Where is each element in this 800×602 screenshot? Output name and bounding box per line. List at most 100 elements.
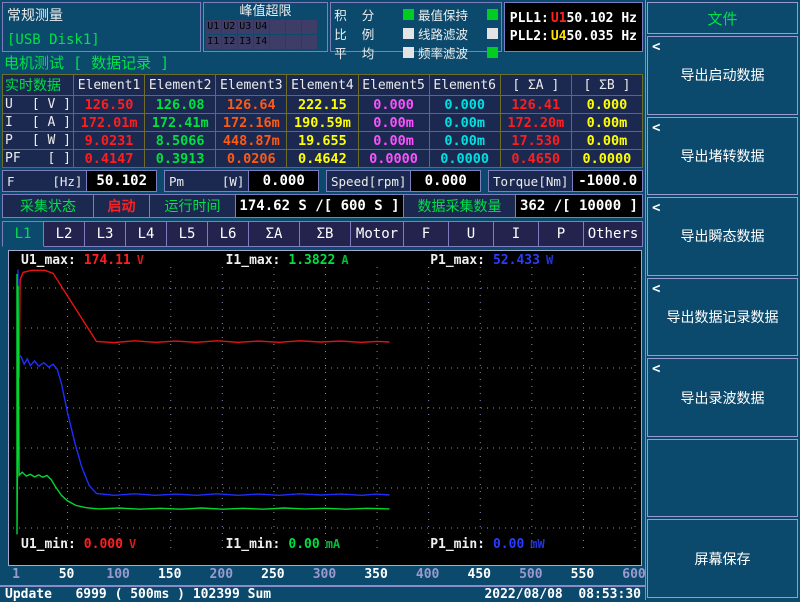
sidebar-button-label: 导出启动数据: [681, 65, 765, 85]
main-area: 常规测量 [USB Disk1] 峰值超限 U1U2U3U4I1I2I3I4 积…: [0, 0, 645, 600]
pll-name: PLL2:: [510, 29, 549, 44]
x-tick-label: 400: [416, 567, 439, 582]
tab-p[interactable]: P: [539, 221, 584, 247]
tab-l2[interactable]: L2: [44, 221, 85, 247]
peak-cell: [270, 20, 285, 34]
x-tick-label: 500: [519, 567, 542, 582]
value-cell: 0.000: [429, 96, 500, 114]
chevron-left-icon: <: [652, 361, 660, 377]
peak-cell: [286, 20, 301, 34]
row-name: I: [5, 115, 13, 130]
chart-area: U1_max:174.11VI1_max:1.3822AP1_max:52.43…: [0, 249, 645, 566]
row-label-unit: P[ W ]: [5, 133, 71, 148]
value-cell: 0.0206: [216, 150, 287, 168]
peak-over-limit-title: 峰值超限: [206, 4, 325, 19]
tab-l5[interactable]: L5: [167, 221, 208, 247]
sidebar-button-7[interactable]: 屏幕保存: [647, 519, 798, 598]
peak-cell: [270, 35, 285, 49]
value-cell: 0.00m: [571, 114, 642, 132]
sidebar-button-label: 导出数据记录数据: [667, 307, 779, 327]
peak-row: U1U2U3U4: [206, 20, 325, 34]
value-cell: 172.16m: [216, 114, 287, 132]
peak-cell: [286, 35, 301, 49]
tab-l1[interactable]: L1: [2, 221, 44, 247]
tab-σa[interactable]: ΣA: [249, 221, 300, 247]
row-unit: [ ]: [48, 151, 71, 166]
mode-title: 常规测量: [7, 5, 63, 25]
value-cell: 0.4650: [500, 150, 571, 168]
tab-i[interactable]: I: [494, 221, 539, 247]
sidebar-button-4[interactable]: < 导出数据记录数据: [647, 278, 798, 357]
x-tick-label: 450: [467, 567, 490, 582]
realtime-table: 实时数据Element1Element2Element3Element4Elem…: [2, 74, 643, 168]
table-header-row: 实时数据Element1Element2Element3Element4Elem…: [3, 75, 643, 96]
value-cell: 126.50: [74, 96, 145, 114]
sidebar-button-3[interactable]: <导出瞬态数据: [647, 197, 798, 276]
value-cell: 0.00m: [358, 114, 429, 132]
value-cell: 19.655: [287, 132, 358, 150]
value-cell: 448.87m: [216, 132, 287, 150]
row-name: P: [5, 133, 13, 148]
indicator-on: 频率滤波: [418, 43, 498, 62]
value-cell: 172.41m: [145, 114, 216, 132]
x-tick-label: 1: [12, 567, 20, 582]
chevron-left-icon: <: [652, 120, 660, 136]
column-header: Element5: [358, 75, 429, 96]
acq-count-label: 数据采集数量: [404, 194, 516, 218]
measure-unit: [Nm]: [538, 174, 568, 189]
chevron-left-icon: <: [652, 281, 660, 297]
measure-value: 0.000: [411, 170, 481, 192]
value-cell: 126.08: [145, 96, 216, 114]
tab-l4[interactable]: L4: [126, 221, 167, 247]
pll-row: PLL1:U150.102 Hz: [510, 11, 642, 26]
value-cell: 0.00m: [429, 114, 500, 132]
pll-source: U1: [551, 11, 567, 26]
sidebar-button-2[interactable]: <导出堵转数据: [647, 117, 798, 196]
table-row: P[ W ]9.02318.5066448.87m19.6550.00m0.00…: [3, 132, 643, 150]
measure-value: -1000.0: [573, 170, 643, 192]
value-cell: 126.64: [216, 96, 287, 114]
row-label: PF[ ]: [3, 150, 74, 168]
value-cell: 0.00m: [429, 132, 500, 150]
tab-others[interactable]: Others: [584, 221, 643, 247]
tab-σb[interactable]: ΣB: [300, 221, 351, 247]
measures-row: F[Hz]50.102Pm[W]0.000Speed[rpm]0.000Torq…: [2, 170, 643, 192]
value-cell: 0.0000: [358, 150, 429, 168]
acq-status-label: 采集状态: [2, 194, 94, 218]
tab-u[interactable]: U: [449, 221, 494, 247]
measure-value: 50.102: [87, 170, 157, 192]
peak-over-limit-box: 峰值超限 U1U2U3U4I1I2I3I4: [203, 2, 328, 52]
peak-cell: U1: [206, 20, 221, 34]
value-cell: 222.15: [287, 96, 358, 114]
indicator-led-icon: [487, 28, 498, 39]
column-header: [ ΣB ]: [571, 75, 642, 96]
x-tick-label: 50: [59, 567, 75, 582]
value-cell: 0.0000: [571, 150, 642, 168]
measure-unit: [rpm]: [369, 174, 407, 189]
measure-name: Torque: [493, 174, 538, 189]
column-header: Element1: [74, 75, 145, 96]
sidebar-button-5[interactable]: <导出录波数据: [647, 358, 798, 437]
row-unit: [ V ]: [32, 97, 71, 112]
tab-motor[interactable]: Motor: [351, 221, 404, 247]
indicator-led-icon: [487, 9, 498, 20]
peak-cell: I2: [222, 35, 237, 49]
tab-f[interactable]: F: [404, 221, 449, 247]
table-row: I[ A ]172.01m172.41m172.16m190.59m0.00m0…: [3, 114, 643, 132]
value-cell: 9.0231: [74, 132, 145, 150]
indicator-label: 频率滤波: [418, 43, 468, 62]
sidebar-button-1[interactable]: <导出启动数据: [647, 36, 798, 115]
row-label: P[ W ]: [3, 132, 74, 150]
indicator-off: 平 均: [334, 43, 414, 62]
tab-l3[interactable]: L3: [85, 221, 126, 247]
pll-source: U4: [551, 29, 567, 44]
measure-name: Speed: [331, 174, 369, 189]
indicator-led-icon: [487, 47, 498, 58]
x-tick-label: 250: [261, 567, 284, 582]
indicator-label: 积 分: [334, 5, 374, 24]
row-label-unit: I[ A ]: [5, 115, 71, 130]
value-cell: 0.3913: [145, 150, 216, 168]
chevron-left-icon: <: [652, 200, 660, 216]
tab-l6[interactable]: L6: [208, 221, 249, 247]
indicator-off: 线路滤波: [418, 24, 498, 43]
